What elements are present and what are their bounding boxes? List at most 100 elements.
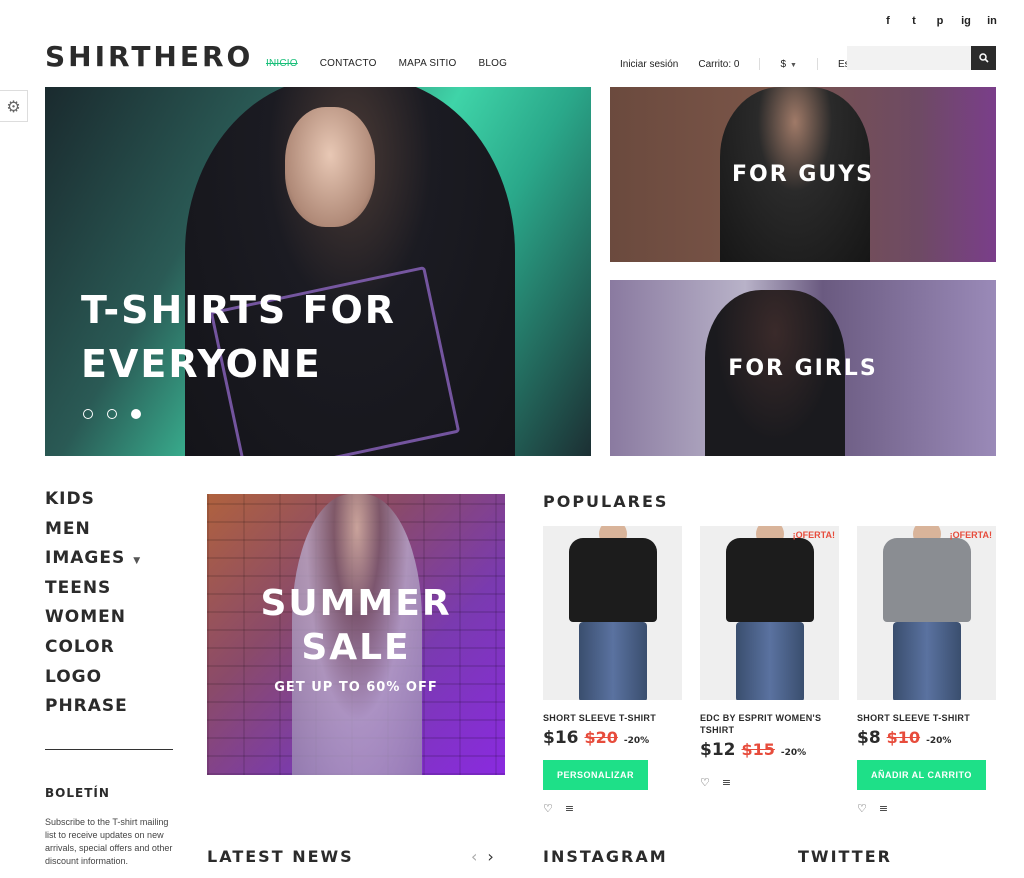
oferta-badge: ¡OFERTA! (949, 530, 992, 540)
product-card: ¡OFERTA! SHORT SLEEVE T-SHIRT $8 $10 -20… (857, 526, 996, 815)
category-men[interactable]: MEN (45, 518, 141, 548)
facebook-icon[interactable]: f (882, 14, 894, 28)
site-logo[interactable]: SHIRTHERO (45, 40, 253, 73)
category-teens[interactable]: TEENS (45, 577, 141, 607)
sidebar-divider (45, 749, 173, 750)
current-price: $8 (857, 728, 881, 748)
latest-news-title: LATEST NEWS (207, 847, 354, 866)
current-price: $12 (700, 740, 736, 760)
instagram-title: INSTAGRAM (543, 847, 668, 866)
hero-title-line1: T-SHIRTS FOR (81, 288, 397, 332)
currency-value: $ (780, 58, 787, 70)
product-price: $8 $10 -20% (857, 728, 996, 748)
discount-badge: -20% (780, 748, 807, 758)
category-images[interactable]: IMAGES ▼ (45, 547, 141, 577)
hero-title-line2: EVERYONE (81, 342, 322, 386)
category-color[interactable]: COLOR (45, 636, 141, 666)
for-girls-banner[interactable]: FOR GIRLS (610, 280, 996, 456)
for-guys-banner[interactable]: FOR GUYS (610, 87, 996, 262)
nav-contacto[interactable]: CONTACTO (320, 58, 377, 69)
sale-title: SUMMER SALE (207, 582, 505, 670)
instagram-icon[interactable]: ig (960, 14, 972, 28)
compare-icon[interactable]: ≡ (879, 802, 888, 815)
for-girls-label: FOR GIRLS (728, 355, 878, 381)
twitter-icon[interactable]: t (908, 14, 920, 28)
tshirt-graphic (569, 538, 657, 622)
search-input[interactable] (847, 46, 971, 70)
newsletter-title: BOLETÍN (45, 786, 110, 800)
jeans-graphic (736, 622, 804, 700)
current-price: $16 (543, 728, 579, 748)
tshirt-graphic (726, 538, 814, 622)
add-to-cart-button[interactable]: AÑADIR AL CARRITO (857, 760, 986, 790)
compare-icon[interactable]: ≡ (565, 802, 574, 815)
sale-title-line2: SALE (301, 627, 411, 668)
divider (816, 58, 818, 70)
old-price: $15 (741, 740, 775, 759)
discount-badge: -20% (926, 736, 952, 746)
sale-title-line1: SUMMER (260, 583, 452, 624)
chevron-left-icon[interactable]: ‹ (471, 847, 477, 866)
heart-icon[interactable]: ♡ (857, 802, 867, 815)
tshirt-graphic (883, 538, 971, 622)
compare-icon[interactable]: ≡ (722, 776, 731, 789)
heart-icon[interactable]: ♡ (700, 776, 710, 789)
discount-badge: -20% (623, 736, 650, 746)
product-price: $12 $15 -20% (700, 740, 839, 760)
for-guys-label: FOR GUYS (731, 162, 875, 187)
chevron-down-icon: ▼ (133, 556, 142, 567)
product-name[interactable]: EDC BY ESPRIT WOMEN'S TSHIRT (700, 712, 839, 738)
product-name[interactable]: SHORT SLEEVE T-SHIRT (543, 712, 682, 726)
slider-dot[interactable] (107, 409, 117, 419)
twitter-title: TWITTER (798, 847, 892, 866)
old-price: $20 (584, 728, 618, 747)
search-button[interactable] (971, 46, 996, 70)
chevron-down-icon: ▼ (790, 61, 797, 69)
slider-dot[interactable] (83, 409, 93, 419)
customize-button[interactable]: PERSONALIZAR (543, 760, 649, 790)
summer-sale-banner[interactable]: SUMMER SALE GET UP TO 60% OFF (207, 494, 505, 775)
oferta-badge: ¡OFERTA! (792, 530, 835, 540)
gear-icon: ⚙ (6, 96, 21, 116)
jeans-graphic (579, 622, 647, 700)
nav-blog[interactable]: BLOG (479, 58, 508, 69)
main-nav: INICIO CONTACTO MAPA SITIO BLOG (266, 58, 507, 69)
product-name[interactable]: SHORT SLEEVE T-SHIRT (857, 712, 996, 726)
header-actions: Iniciar sesión Carrito: 0 $▼ Es▼ (620, 58, 861, 70)
product-image[interactable]: ¡OFERTA! (857, 526, 996, 700)
product-actions: ♡ ≡ (700, 776, 839, 789)
hero-model-face (285, 107, 375, 227)
newsletter-text: Subscribe to the T-shirt mailing list to… (45, 817, 173, 866)
populares-title: POPULARES (543, 492, 669, 511)
divider (759, 58, 761, 70)
pinterest-icon[interactable]: p (934, 14, 946, 28)
heart-icon[interactable]: ♡ (543, 802, 553, 815)
sale-subtitle: GET UP TO 60% OFF (274, 680, 438, 695)
login-link[interactable]: Iniciar sesión (620, 59, 678, 70)
product-price: $16 $20 -20% (543, 728, 682, 748)
category-women[interactable]: WOMEN (45, 606, 141, 636)
category-images-label: IMAGES (45, 548, 126, 569)
social-links: f t p ig in (882, 14, 998, 28)
news-carousel-nav: ‹ › (471, 847, 494, 866)
product-actions: ♡ ≡ (543, 802, 682, 815)
currency-selector[interactable]: $ ▼ (780, 59, 797, 70)
chevron-right-icon[interactable]: › (487, 847, 493, 866)
nav-mapa-sitio[interactable]: MAPA SITIO (399, 58, 457, 69)
product-image[interactable]: ¡OFERTA! (700, 526, 839, 700)
old-price: $10 (886, 728, 921, 747)
product-card: ¡OFERTA! EDC BY ESPRIT WOMEN'S TSHIRT $1… (700, 526, 839, 789)
cart-link[interactable]: Carrito: 0 (698, 59, 739, 70)
product-actions: ♡ ≡ (857, 802, 996, 815)
product-card: SHORT SLEEVE T-SHIRT $16 $20 -20% PERSON… (543, 526, 682, 815)
category-menu: KIDS MEN IMAGES ▼ TEENS WOMEN COLOR LOGO … (45, 488, 141, 725)
hero-slider[interactable]: T-SHIRTS FOR EVERYONE (45, 87, 591, 456)
product-image[interactable] (543, 526, 682, 700)
category-logo[interactable]: LOGO (45, 666, 141, 696)
category-phrase[interactable]: PHRASE (45, 695, 141, 725)
slider-dot-active[interactable] (131, 409, 141, 419)
settings-tab[interactable]: ⚙ (0, 90, 28, 122)
linkedin-icon[interactable]: in (986, 14, 998, 28)
nav-inicio[interactable]: INICIO (266, 58, 298, 69)
category-kids[interactable]: KIDS (45, 488, 141, 518)
